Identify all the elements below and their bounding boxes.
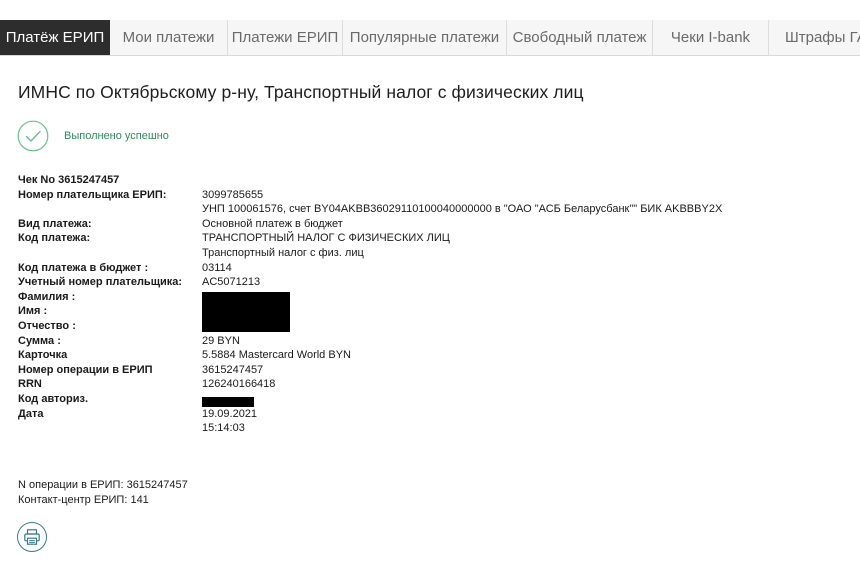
- receipt: Чек No 3615247457 Номер плательщика ЕРИП…: [18, 173, 722, 436]
- receipt-value: 3615247457: [202, 363, 264, 376]
- tab-traffic-fines[interactable]: Штрафы ГАИ: [769, 20, 860, 55]
- payment-tabs: Платёж ЕРИП Мои платежи Платежи ЕРИП Поп…: [0, 20, 860, 56]
- tab-erip-payment[interactable]: Платёж ЕРИП: [0, 20, 110, 55]
- receipt-row: Номер операции в ЕРИП 3615247457: [18, 363, 722, 378]
- receipt-row: УНП 100061576, счет BY04AKBB360291101000…: [18, 202, 722, 217]
- receipt-label: Код платежа:: [18, 232, 91, 245]
- receipt-label: Имя :: [18, 305, 48, 318]
- footer-info: N операции в ЕРИП: 3615247457 Контакт-це…: [18, 478, 188, 507]
- receipt-value: AC5071213: [202, 276, 261, 289]
- receipt-label: Учетный номер плательщика:: [18, 276, 183, 289]
- receipt-row: Дата 19.09.2021: [18, 407, 722, 422]
- receipt-value: Основной платеж в бюджет: [202, 217, 343, 230]
- receipt-row: Фамилия :: [18, 290, 722, 305]
- receipt-row: Код платежа: ТРАНСПОРТНЫЙ НАЛОГ С ФИЗИЧЕС…: [18, 231, 722, 246]
- receipt-row: Имя :: [18, 304, 722, 319]
- receipt-value: 29 BYN: [202, 334, 240, 347]
- receipt-value: 3099785655: [202, 188, 264, 201]
- receipt-row: Вид платежа: Основной платеж в бюджет: [18, 217, 722, 232]
- receipt-value: 03114: [202, 261, 232, 274]
- receipt-row: Отчество :: [18, 319, 722, 334]
- print-button[interactable]: [17, 522, 47, 552]
- redacted-name-block: [202, 292, 290, 332]
- receipt-value: Транспортный налог с физ. лиц: [202, 246, 364, 259]
- receipt-row: 15:14:03: [18, 421, 722, 436]
- receipt-row: Сумма : 29 BYN: [18, 334, 722, 349]
- receipt-row: RRN 126240166418: [18, 377, 722, 392]
- receipt-label: Фамилия :: [18, 290, 76, 303]
- receipt-row: Код авториз.: [18, 392, 722, 407]
- receipt-label: Дата: [18, 407, 44, 420]
- receipt-value: 126240166418: [202, 378, 276, 391]
- receipt-row: Код платежа в бюджет : 03114: [18, 261, 722, 276]
- tab-my-payments[interactable]: Мои платежи: [110, 20, 228, 55]
- tab-popular-payments[interactable]: Популярные платежи: [343, 20, 507, 55]
- tab-ibank-receipts[interactable]: Чеки I-bank: [653, 20, 769, 55]
- redacted-auth-code: [202, 397, 254, 407]
- receipt-label: Номер операции в ЕРИП: [18, 363, 153, 376]
- printer-icon: [24, 529, 40, 545]
- receipt-label: Код авториз.: [18, 392, 89, 405]
- receipt-label: Отчество :: [18, 319, 76, 332]
- top-strip: [0, 0, 860, 20]
- receipt-value: 5.5884 Mastercard World BYN: [202, 349, 351, 362]
- page-title: ИМНС по Октябрьскому р-ну, Транспортный …: [18, 82, 584, 102]
- receipt-label: Вид платежа:: [18, 217, 92, 230]
- receipt-row: Учетный номер плательщика: AC5071213: [18, 275, 722, 290]
- check-circle-icon: [17, 120, 49, 152]
- receipt-label: Номер плательщика ЕРИП:: [18, 188, 167, 201]
- receipt-label: RRN: [18, 378, 42, 391]
- receipt-label: Карточка: [18, 349, 68, 362]
- tab-erip-payments[interactable]: Платежи ЕРИП: [228, 20, 343, 55]
- tab-free-payment[interactable]: Свободный платеж: [507, 20, 653, 55]
- receipt-row: Карточка 5.5884 Mastercard World BYN: [18, 348, 722, 363]
- receipt-value: 15:14:03: [202, 422, 245, 435]
- footer-operation: N операции в ЕРИП: 3615247457: [18, 479, 188, 491]
- receipt-value: 19.09.2021: [202, 407, 258, 420]
- status-success: Выполнено успешно: [17, 120, 169, 152]
- status-text: Выполнено успешно: [64, 130, 169, 142]
- receipt-value: ТРАНСПОРТНЫЙ НАЛОГ С ФИЗИЧЕСКИХ ЛИЦ: [202, 232, 450, 245]
- receipt-row: Номер плательщика ЕРИП: 3099785655: [18, 188, 722, 203]
- receipt-row: Транспортный налог с физ. лиц: [18, 246, 722, 261]
- receipt-value: УНП 100061576, счет BY04AKBB360291101000…: [202, 203, 723, 216]
- receipt-label: Код платежа в бюджет :: [18, 261, 149, 274]
- check-number-label: Чек No 3615247457: [18, 174, 120, 186]
- receipt-check-number: Чек No 3615247457: [18, 173, 722, 188]
- footer-contact: Контакт-центр ЕРИП: 141: [18, 493, 149, 506]
- receipt-label: Сумма :: [18, 334, 61, 347]
